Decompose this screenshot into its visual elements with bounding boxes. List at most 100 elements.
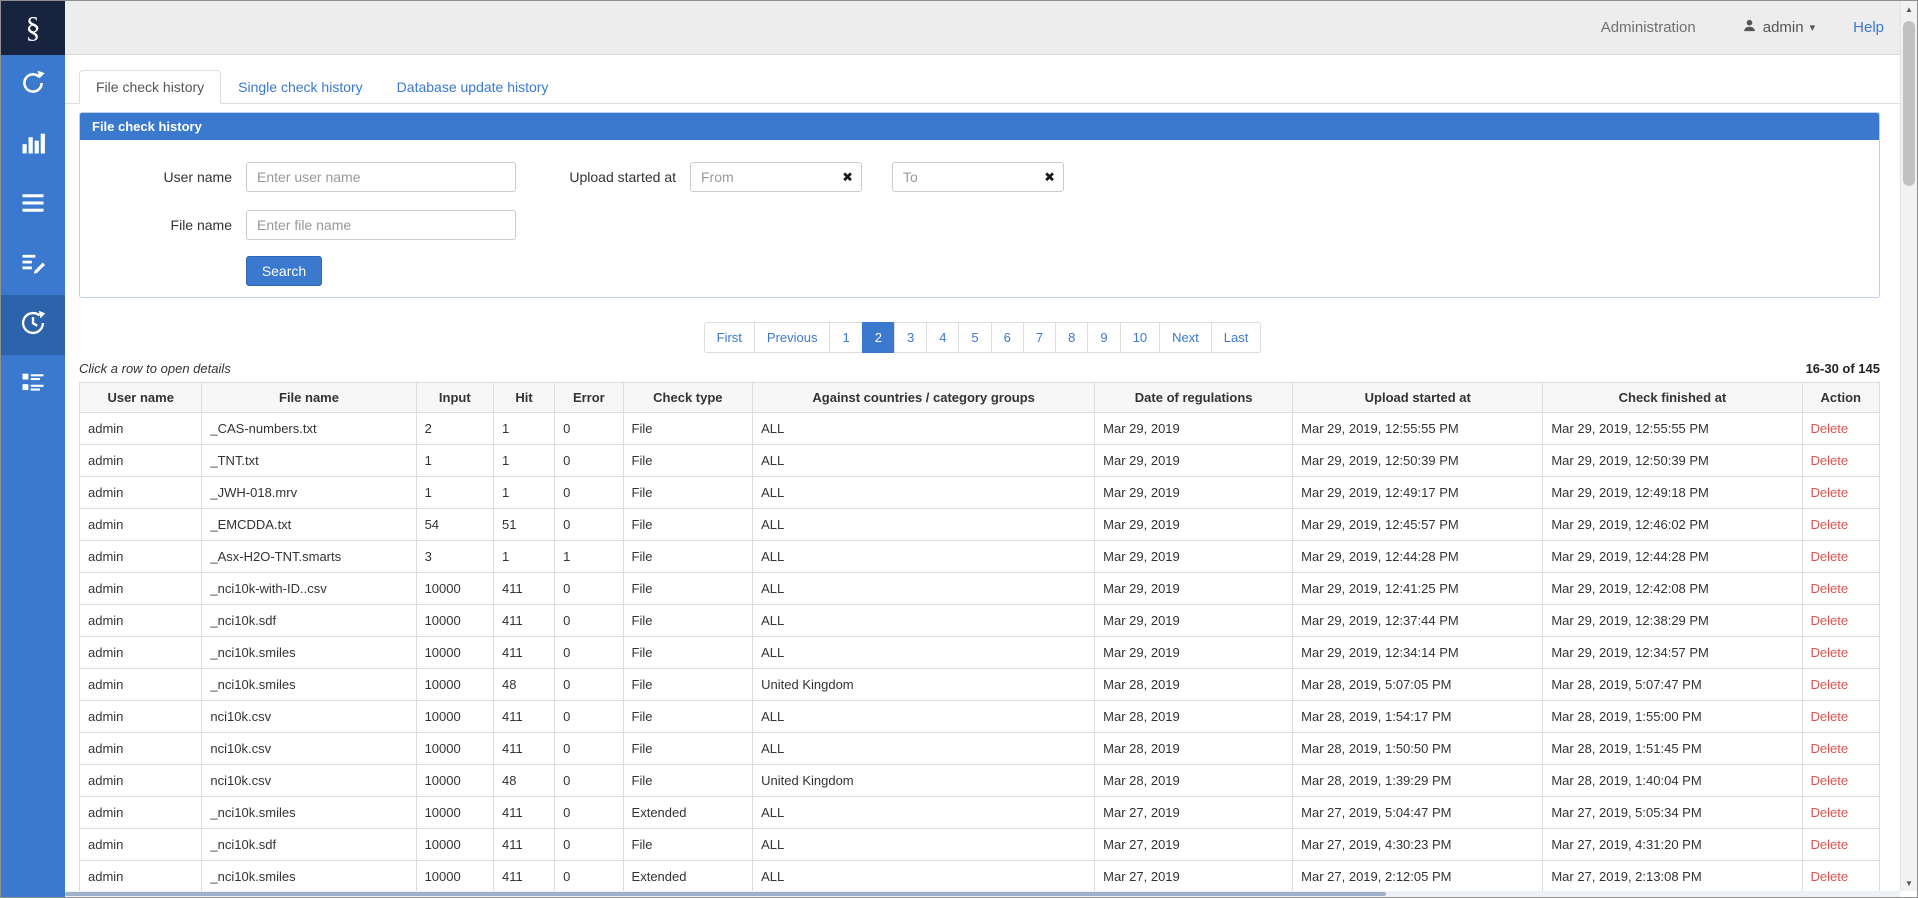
horizontal-scrollbar-thumb[interactable] xyxy=(65,892,1386,896)
page-button-7[interactable]: 7 xyxy=(1023,322,1056,353)
table-cell: File xyxy=(623,669,753,701)
table-row[interactable]: admin_nci10k.sdf100004110FileALLMar 27, … xyxy=(80,829,1880,861)
vertical-scrollbar-thumb[interactable] xyxy=(1903,21,1915,186)
delete-link[interactable]: Delete xyxy=(1811,773,1849,788)
sidebar-item-reports[interactable] xyxy=(1,355,65,415)
clear-from-icon[interactable]: ✖ xyxy=(842,171,853,184)
panel-title: File check history xyxy=(80,113,1879,140)
date-to-input[interactable] xyxy=(892,162,1064,192)
table-cell: Mar 29, 2019 xyxy=(1095,637,1293,669)
logo-glyph: § xyxy=(26,11,41,45)
column-header: User name xyxy=(80,383,202,413)
table-cell: 10000 xyxy=(416,861,493,892)
table-row[interactable]: admin_EMCDDA.txt54510FileALLMar 29, 2019… xyxy=(80,509,1880,541)
table-cell: Mar 29, 2019, 12:50:39 PM xyxy=(1543,445,1802,477)
page-button-6[interactable]: 6 xyxy=(991,322,1024,353)
table-cell: 1 xyxy=(416,477,493,509)
delete-link[interactable]: Delete xyxy=(1811,549,1849,564)
table-row[interactable]: admin_nci10k.smiles100004110FileALLMar 2… xyxy=(80,637,1880,669)
main-content: File check history Single check history … xyxy=(65,55,1900,891)
delete-link[interactable]: Delete xyxy=(1811,677,1849,692)
scroll-down-icon[interactable]: ▼ xyxy=(1901,875,1917,891)
delete-link[interactable]: Delete xyxy=(1811,869,1849,884)
table-cell: Mar 28, 2019, 1:50:50 PM xyxy=(1293,733,1543,765)
action-cell: Delete xyxy=(1802,477,1879,509)
app-logo-icon[interactable]: § xyxy=(1,1,65,55)
table-cell: 411 xyxy=(493,733,554,765)
clear-to-icon[interactable]: ✖ xyxy=(1044,171,1055,184)
table-cell: File xyxy=(623,605,753,637)
delete-link[interactable]: Delete xyxy=(1811,581,1849,596)
page-button-8[interactable]: 8 xyxy=(1055,322,1088,353)
table-cell: admin xyxy=(80,573,202,605)
vertical-scrollbar[interactable]: ▲ ▼ xyxy=(1900,1,1917,891)
table-cell: File xyxy=(623,637,753,669)
table-cell: 3 xyxy=(416,541,493,573)
delete-link[interactable]: Delete xyxy=(1811,517,1849,532)
table-cell: 10000 xyxy=(416,637,493,669)
sidebar-item-list[interactable] xyxy=(1,175,65,235)
table-cell: 411 xyxy=(493,701,554,733)
tab-single-check-history[interactable]: Single check history xyxy=(221,70,380,104)
delete-link[interactable]: Delete xyxy=(1811,453,1849,468)
page-button-last[interactable]: Last xyxy=(1211,322,1262,353)
table-row[interactable]: admin_JWH-018.mrv110FileALLMar 29, 2019M… xyxy=(80,477,1880,509)
delete-link[interactable]: Delete xyxy=(1811,613,1849,628)
delete-link[interactable]: Delete xyxy=(1811,645,1849,660)
user-name-input[interactable] xyxy=(246,162,516,192)
administration-link[interactable]: Administration xyxy=(1601,19,1696,36)
delete-link[interactable]: Delete xyxy=(1811,421,1849,436)
page-button-2[interactable]: 2 xyxy=(862,322,895,353)
user-menu[interactable]: admin ▾ xyxy=(1742,18,1815,37)
table-row[interactable]: admin_nci10k-with-ID..csv100004110FileAL… xyxy=(80,573,1880,605)
action-cell: Delete xyxy=(1802,733,1879,765)
page-button-next[interactable]: Next xyxy=(1159,322,1212,353)
file-name-input[interactable] xyxy=(246,210,516,240)
page-button-first[interactable]: First xyxy=(704,322,755,353)
table-row[interactable]: admin_CAS-numbers.txt210FileALLMar 29, 2… xyxy=(80,413,1880,445)
table-row[interactable]: admin_nci10k.smiles10000480FileUnited Ki… xyxy=(80,669,1880,701)
delete-link[interactable]: Delete xyxy=(1811,485,1849,500)
table-row[interactable]: adminnci10k.csv100004110FileALLMar 28, 2… xyxy=(80,701,1880,733)
search-button[interactable]: Search xyxy=(246,256,322,286)
table-row[interactable]: admin_TNT.txt110FileALLMar 29, 2019Mar 2… xyxy=(80,445,1880,477)
tab-database-update-history[interactable]: Database update history xyxy=(380,70,566,104)
table-row[interactable]: adminnci10k.csv100004110FileALLMar 28, 2… xyxy=(80,733,1880,765)
table-row[interactable]: admin_Asx-H2O-TNT.smarts311FileALLMar 29… xyxy=(80,541,1880,573)
delete-link[interactable]: Delete xyxy=(1811,837,1849,852)
column-header: File name xyxy=(202,383,416,413)
table-row[interactable]: admin_nci10k.sdf100004110FileALLMar 29, … xyxy=(80,605,1880,637)
table-cell: File xyxy=(623,573,753,605)
table-cell: admin xyxy=(80,733,202,765)
scroll-up-icon[interactable]: ▲ xyxy=(1901,1,1917,17)
horizontal-scrollbar[interactable] xyxy=(65,891,1900,897)
sidebar-item-refresh[interactable] xyxy=(1,55,65,115)
sidebar-item-statistics[interactable] xyxy=(1,115,65,175)
date-from-input[interactable] xyxy=(690,162,862,192)
table-cell: File xyxy=(623,733,753,765)
tab-file-check-history[interactable]: File check history xyxy=(79,70,221,104)
table-row[interactable]: adminnci10k.csv10000480FileUnited Kingdo… xyxy=(80,765,1880,797)
help-link[interactable]: Help xyxy=(1853,19,1884,36)
sidebar: § xyxy=(1,1,65,897)
page-button-9[interactable]: 9 xyxy=(1087,322,1120,353)
delete-link[interactable]: Delete xyxy=(1811,805,1849,820)
delete-link[interactable]: Delete xyxy=(1811,741,1849,756)
table-cell: 0 xyxy=(555,605,623,637)
table-cell: 10000 xyxy=(416,829,493,861)
page-button-4[interactable]: 4 xyxy=(926,322,959,353)
table-row[interactable]: admin_nci10k.smiles100004110ExtendedALLM… xyxy=(80,797,1880,829)
sidebar-item-check-history[interactable] xyxy=(1,295,65,355)
page-button-1[interactable]: 1 xyxy=(829,322,862,353)
page-button-10[interactable]: 10 xyxy=(1120,322,1160,353)
sidebar-item-edit-list[interactable] xyxy=(1,235,65,295)
page-button-5[interactable]: 5 xyxy=(958,322,991,353)
delete-link[interactable]: Delete xyxy=(1811,709,1849,724)
page-button-3[interactable]: 3 xyxy=(894,322,927,353)
table-cell: nci10k.csv xyxy=(202,733,416,765)
table-row[interactable]: admin_nci10k.smiles100004110ExtendedALLM… xyxy=(80,861,1880,892)
table-cell: ALL xyxy=(753,605,1095,637)
page-button-previous[interactable]: Previous xyxy=(754,322,831,353)
table-cell: 411 xyxy=(493,797,554,829)
table-cell: Mar 28, 2019, 1:51:45 PM xyxy=(1543,733,1802,765)
